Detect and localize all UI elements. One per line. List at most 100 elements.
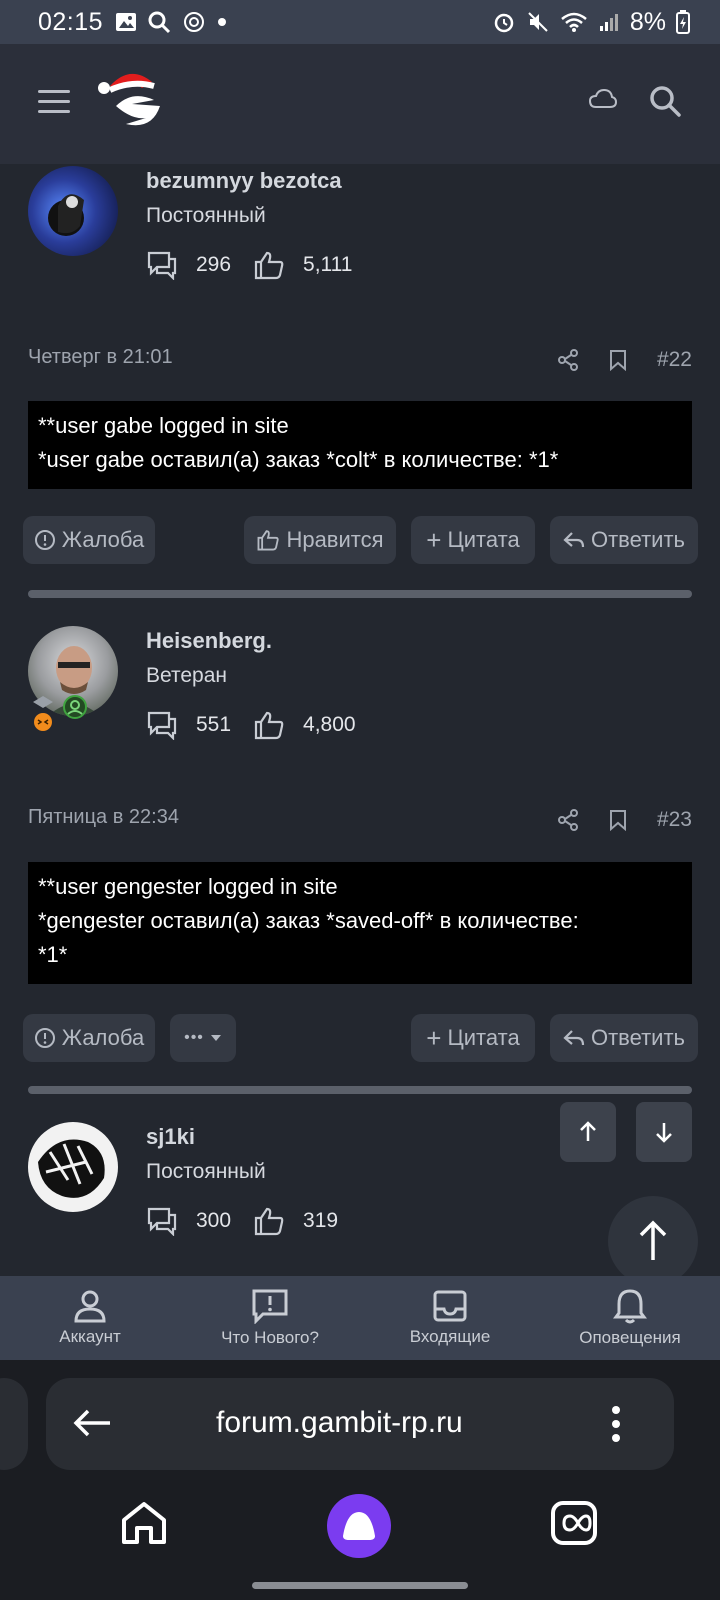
user-stats: 300 319 [146, 1206, 360, 1236]
mute-icon [528, 12, 548, 32]
scroll-to-top-button[interactable] [608, 1196, 698, 1286]
message-line: *gengester оставил(а) заказ *saved-off* … [38, 908, 579, 933]
gallery-icon [116, 13, 137, 31]
username[interactable]: Heisenberg. [146, 628, 272, 654]
assistant-button[interactable] [327, 1494, 391, 1558]
share-icon[interactable] [557, 349, 579, 371]
scroll-up-button[interactable] [560, 1102, 616, 1162]
post-message: **user gabe logged in site *user gabe ос… [28, 401, 692, 489]
clock: 02:15 [38, 7, 104, 36]
user-stats: 551 4,800 [146, 710, 378, 740]
site-logo[interactable] [96, 60, 170, 134]
thumbs-up-icon [258, 530, 280, 551]
scroll-down-button[interactable] [636, 1102, 692, 1162]
post-date[interactable]: Пятница в 22:34 [28, 806, 179, 829]
nav-inbox[interactable]: Входящие [360, 1276, 540, 1360]
post-number[interactable]: #22 [657, 348, 692, 372]
online-status-icon [63, 695, 87, 719]
user-stats: 296 5,111 [146, 250, 374, 280]
username[interactable]: sj1ki [146, 1124, 195, 1150]
like-count: 5,111 [303, 253, 353, 276]
alert-icon [34, 530, 55, 550]
messages-icon [147, 251, 177, 280]
whats-new-icon [252, 1289, 288, 1324]
user-role: Ветеран [146, 664, 228, 687]
game-mode-icon [184, 12, 205, 32]
message-count: 300 [196, 1209, 232, 1232]
signal-icon [599, 14, 618, 31]
avatar[interactable] [28, 166, 118, 256]
more-actions-button[interactable]: ••• [170, 1014, 236, 1062]
user-role: Постоянный [146, 1160, 266, 1183]
more-vert-icon[interactable] [610, 1404, 622, 1444]
arrow-down-icon [656, 1123, 672, 1143]
address-bar[interactable]: forum.gambit-rp.ru [46, 1378, 674, 1470]
badge-icon [33, 696, 53, 731]
arrow-up-icon [580, 1121, 596, 1141]
reply-button[interactable]: Ответить [550, 1014, 698, 1062]
url-text[interactable]: forum.gambit-rp.ru [216, 1406, 463, 1440]
account-icon [74, 1290, 106, 1323]
quote-button[interactable]: + Цитата [411, 1014, 535, 1062]
post-message: **user gengester logged in site *gengest… [28, 862, 692, 984]
message-count: 296 [196, 253, 232, 276]
nav-whats-new[interactable]: Что Нового? [180, 1276, 360, 1360]
messages-icon [147, 711, 177, 740]
arrow-up-icon [639, 1220, 667, 1260]
reply-button[interactable]: Ответить [550, 516, 698, 564]
alarm-icon [494, 13, 514, 33]
bottom-navigation: Аккаунт Что Нового? Входящие Оповещения [0, 1276, 720, 1360]
back-arrow-icon[interactable] [72, 1408, 112, 1438]
share-icon[interactable] [557, 809, 579, 831]
gesture-bar [252, 1582, 468, 1589]
message-line: *1* [38, 942, 68, 967]
message-line: *user gabe оставил(а) заказ *colt* в кол… [38, 447, 559, 472]
quote-button[interactable]: + Цитата [411, 516, 535, 564]
tabs-icon[interactable] [550, 1500, 598, 1546]
app-header [0, 44, 720, 164]
user-role: Постоянный [146, 204, 266, 227]
post-divider [28, 590, 692, 598]
username[interactable]: bezumnyy bezotca [146, 168, 342, 194]
reply-icon [563, 532, 585, 548]
menu-icon[interactable] [38, 90, 70, 114]
chevron-down-icon [210, 1035, 221, 1041]
like-button[interactable]: Нравится [244, 516, 396, 564]
tab-preview[interactable] [0, 1378, 28, 1470]
post-date[interactable]: Четверг в 21:01 [28, 346, 173, 369]
bell-icon [613, 1289, 647, 1324]
like-count: 4,800 [303, 713, 356, 736]
battery-charging-icon [676, 10, 690, 34]
like-count: 319 [303, 1209, 339, 1232]
battery-percent: 8% [629, 7, 666, 36]
message-line: **user gengester logged in site [38, 874, 338, 899]
nav-alerts[interactable]: Оповещения [540, 1276, 720, 1360]
cloud-icon[interactable] [588, 88, 618, 110]
dot-icon [218, 18, 227, 26]
avatar[interactable] [28, 1122, 118, 1212]
home-icon[interactable] [120, 1500, 168, 1546]
nav-account[interactable]: Аккаунт [0, 1276, 180, 1360]
message-count: 551 [196, 713, 232, 736]
plus-icon: + [426, 1022, 442, 1053]
post-divider [28, 1086, 692, 1094]
search-icon[interactable] [648, 84, 682, 118]
search-status-icon [148, 11, 171, 34]
bookmark-icon[interactable] [609, 349, 627, 371]
messages-icon [147, 1207, 177, 1236]
inbox-icon [433, 1290, 467, 1322]
wifi-icon [561, 12, 587, 32]
post-number[interactable]: #23 [657, 808, 692, 832]
report-button[interactable]: Жалоба [23, 516, 155, 564]
report-button[interactable]: Жалоба [23, 1014, 155, 1062]
thumbs-up-icon [254, 711, 284, 740]
alice-assistant-icon [343, 1512, 375, 1540]
browser-bar: forum.gambit-rp.ru [0, 1360, 720, 1600]
thumbs-up-icon [254, 1207, 284, 1236]
reply-icon [563, 1030, 585, 1046]
alert-icon [34, 1028, 55, 1048]
thumbs-up-icon [254, 251, 284, 280]
status-bar: 02:15 8% [0, 0, 720, 44]
plus-icon: + [426, 524, 442, 555]
bookmark-icon[interactable] [609, 809, 627, 831]
